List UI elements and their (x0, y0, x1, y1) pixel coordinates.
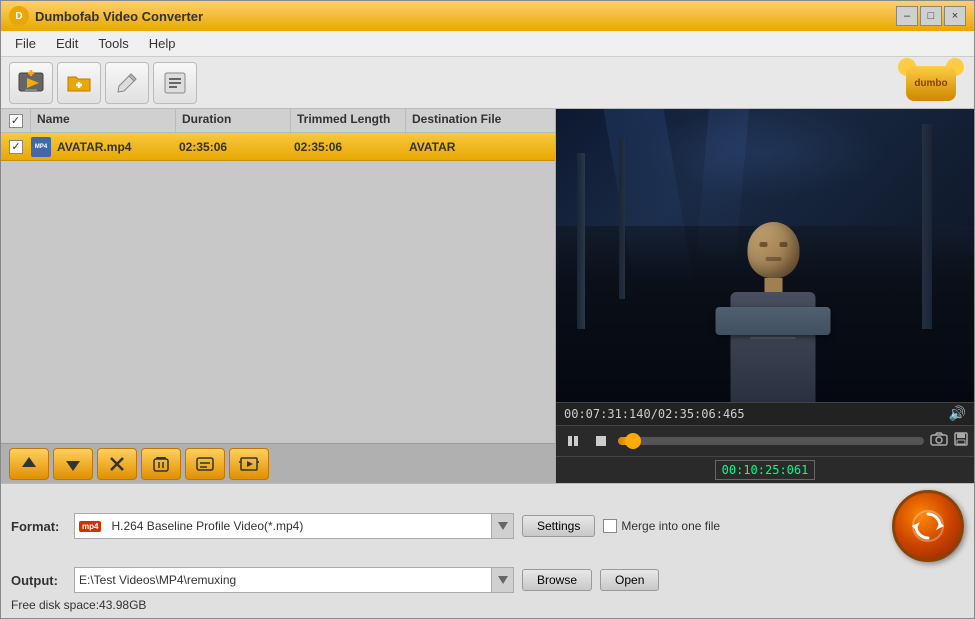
current-time-badge: 00:10:25:061 (715, 460, 816, 480)
row-checkbox[interactable] (1, 140, 31, 154)
output-path-value: E:\Test Videos\MP4\remuxing (79, 573, 236, 587)
app-icon: D (9, 6, 29, 26)
row-trimmed-length: 02:35:06 (288, 140, 403, 154)
disk-space-label: Free disk space:43.98GB (11, 598, 964, 612)
playback-controls (556, 425, 974, 456)
open-button[interactable]: Open (600, 569, 659, 591)
file-type-icon: MP4 (31, 137, 51, 157)
delete-button[interactable] (97, 448, 137, 480)
progress-thumb[interactable] (625, 433, 641, 449)
format-dropdown-arrow[interactable] (491, 514, 513, 538)
file-list-header: Name Duration Trimmed Length Destination… (1, 109, 555, 133)
merge-label: Merge into one file (621, 519, 720, 533)
edit-button[interactable] (105, 62, 149, 104)
row-duration: 02:35:06 (173, 140, 288, 154)
main-content: Name Duration Trimmed Length Destination… (1, 109, 974, 483)
main-window: D Dumbofab Video Converter – □ × File Ed… (0, 0, 975, 619)
row-filename: AVATAR.mp4 (53, 140, 173, 154)
save-frame-button[interactable] (954, 432, 968, 451)
format-value: H.264 Baseline Profile Video(*.mp4) (111, 519, 303, 533)
add-folder-button[interactable] (57, 62, 101, 104)
close-button[interactable]: × (944, 6, 966, 26)
video-preview (556, 109, 974, 402)
clear-list-button[interactable] (141, 448, 181, 480)
maximize-button[interactable]: □ (920, 6, 942, 26)
screenshot-button[interactable] (930, 432, 948, 451)
menu-bar: File Edit Tools Help (1, 31, 974, 57)
menu-help[interactable]: Help (139, 33, 186, 54)
title-bar: D Dumbofab Video Converter – □ × (1, 1, 974, 31)
table-row[interactable]: MP4 AVATAR.mp4 02:35:06 02:35:06 AVATAR (1, 133, 555, 161)
add-video-button[interactable] (9, 62, 53, 104)
merge-checkbox-row: Merge into one file (603, 519, 720, 533)
subtitle-button[interactable] (185, 448, 225, 480)
file-panel: Name Duration Trimmed Length Destination… (1, 109, 556, 483)
pause-button[interactable] (562, 430, 584, 452)
time-display-bar: 00:07:31:140/02:35:06:465 🔊 (556, 402, 974, 425)
window-controls: – □ × (896, 6, 966, 26)
header-destination: Destination File (406, 109, 555, 132)
convert-button-area (892, 490, 964, 562)
app-logo: dumbo (896, 58, 966, 108)
header-duration: Duration (176, 109, 291, 132)
effect-button[interactable] (229, 448, 269, 480)
format-label: Format: (11, 519, 66, 534)
task-list-button[interactable] (153, 62, 197, 104)
menu-tools[interactable]: Tools (88, 33, 138, 54)
minimize-button[interactable]: – (896, 6, 918, 26)
format-row: Format: mp4 H.264 Baseline Profile Video… (11, 490, 964, 562)
volume-icon[interactable]: 🔊 (949, 406, 966, 422)
menu-file[interactable]: File (5, 33, 46, 54)
window-title: Dumbofab Video Converter (35, 9, 896, 24)
output-label: Output: (11, 573, 66, 588)
menu-edit[interactable]: Edit (46, 33, 88, 54)
output-row: Output: E:\Test Videos\MP4\remuxing Brow… (11, 567, 964, 593)
header-trimmed-length: Trimmed Length (291, 109, 406, 132)
output-dropdown-arrow[interactable] (491, 568, 513, 592)
preview-panel: 00:07:31:140/02:35:06:465 🔊 (556, 109, 974, 483)
format-icon: mp4 (79, 521, 101, 532)
settings-button[interactable]: Settings (522, 515, 595, 537)
header-name: Name (31, 109, 176, 132)
current-position-display: 00:07:31:140/02:35:06:465 (564, 407, 745, 421)
row-destination: AVATAR (403, 140, 555, 154)
header-check (1, 109, 31, 132)
format-select[interactable]: mp4 H.264 Baseline Profile Video(*.mp4) (74, 513, 514, 539)
file-list-body: MP4 AVATAR.mp4 02:35:06 02:35:06 AVATAR (1, 133, 555, 443)
move-down-button[interactable] (53, 448, 93, 480)
row-check-input[interactable] (9, 140, 23, 154)
browse-button[interactable]: Browse (522, 569, 592, 591)
bottom-bar: Format: mp4 H.264 Baseline Profile Video… (1, 483, 974, 618)
select-all-checkbox[interactable] (9, 114, 23, 128)
toolbar: dumbo (1, 57, 974, 109)
toolbar-buttons (9, 62, 197, 104)
file-actions-bar (1, 443, 555, 483)
move-up-button[interactable] (9, 448, 49, 480)
convert-button[interactable] (892, 490, 964, 562)
merge-checkbox[interactable] (603, 519, 617, 533)
playback-progress-bar[interactable] (618, 437, 924, 445)
stop-button[interactable] (590, 430, 612, 452)
output-path-field[interactable]: E:\Test Videos\MP4\remuxing (74, 567, 514, 593)
